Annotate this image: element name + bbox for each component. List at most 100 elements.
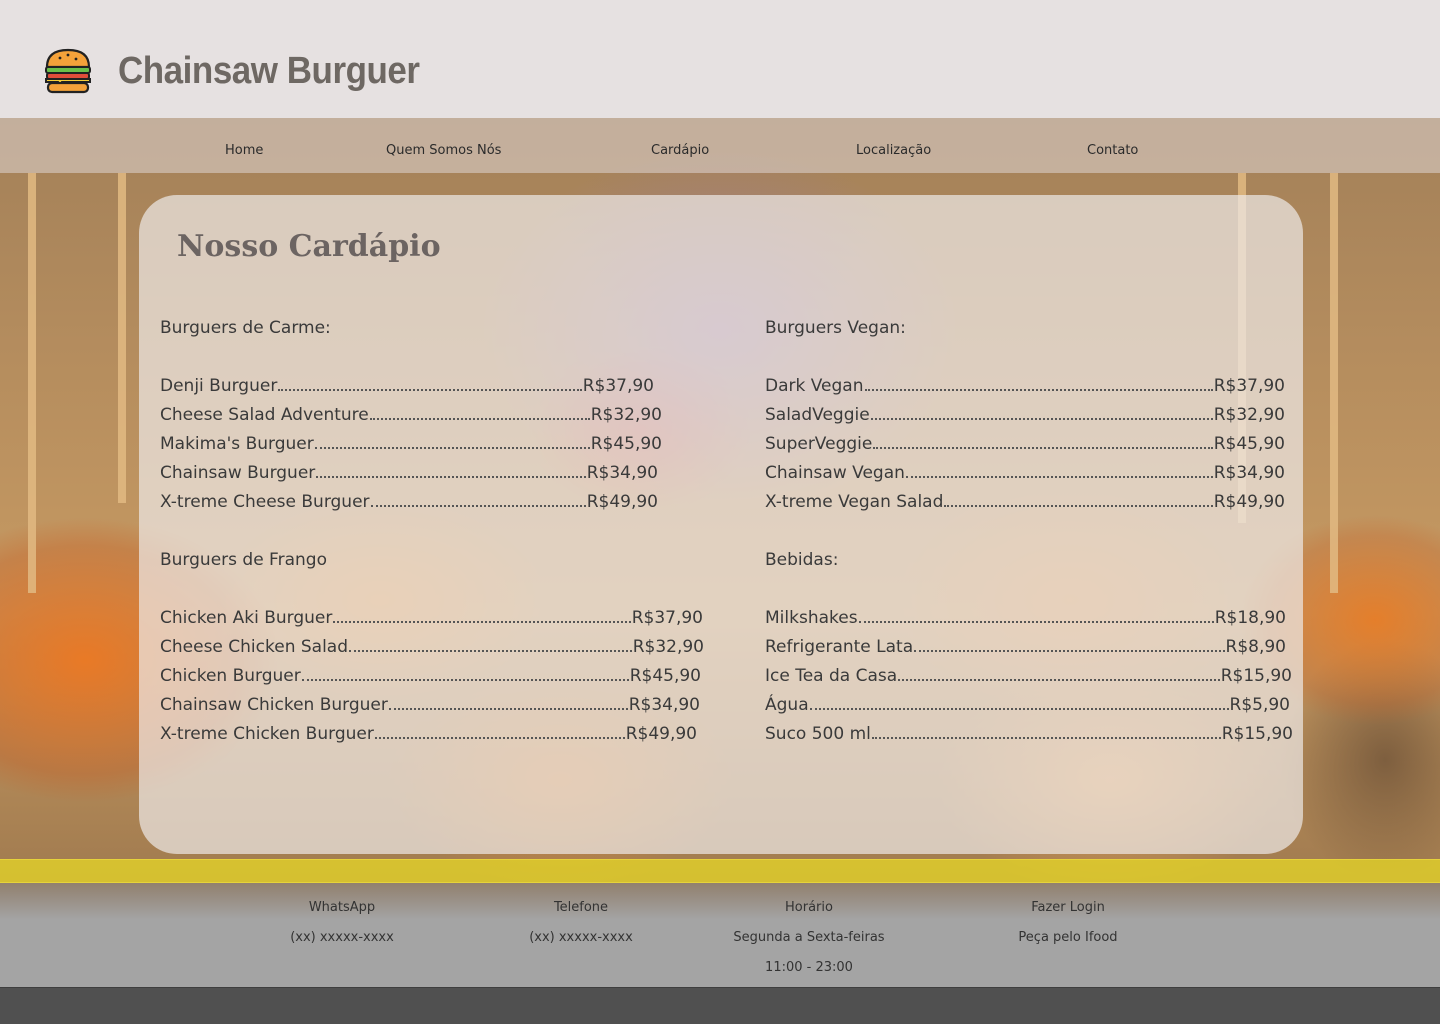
nav-contato[interactable]: Contato [1087,143,1138,158]
item-name: Suco 500 ml [765,724,871,744]
menu-item: X-treme Cheese Burguer R$49,90 [160,488,658,517]
footer-whatsapp: WhatsApp (xx) xxxxx-xxxx [242,899,442,959]
dot-leader [369,406,590,420]
menu-item: Chainsaw Chicken Burguer R$34,90 [160,691,700,720]
section-title: Burguers de Carme: [160,318,331,338]
item-name: Dark Vegan [765,376,864,396]
main-navigation: Home Quem Somos Nós Cardápio Localização… [0,118,1440,173]
dot-leader [349,638,632,652]
dot-leader [871,725,1221,739]
menu-item: Chainsaw Burguer R$34,90 [160,459,658,488]
footer-horario-hours: 11:00 - 23:00 [765,960,853,975]
burger-icon[interactable] [42,45,94,97]
item-name: Chainsaw Burguer [160,463,316,483]
dot-leader [809,696,1229,710]
nav-quem-somos-nos[interactable]: Quem Somos Nós [386,143,501,158]
background-photo-detail [118,173,126,503]
item-price: R$49,90 [586,492,658,512]
footer-horario: Horário Segunda a Sexta-feiras 11:00 - 2… [709,899,909,989]
menu-item: Suco 500 ml R$15,90 [765,720,1293,749]
dot-leader [374,725,625,739]
dot-leader [944,493,1213,507]
menu-item: Denji Burguer R$37,90 [160,372,654,401]
item-price: R$45,90 [1213,434,1285,454]
menu-item: Dark Vegan R$37,90 [765,372,1285,401]
dot-leader [864,377,1213,391]
item-name: Cheese Salad Adventure [160,405,369,425]
item-name: X-treme Cheese Burguer [160,492,370,512]
nav-localizacao[interactable]: Localização [856,143,931,158]
footer-whatsapp-title[interactable]: WhatsApp [242,899,442,929]
background-photo-detail [28,173,36,593]
item-price: R$18,90 [1214,608,1286,628]
menu-section-bebidas: Bebidas: Milkshakes R$18,90 Refrigerante … [765,546,1297,749]
dot-leader [858,609,1214,623]
item-name: Ice Tea da Casa [765,666,898,686]
footer-accent-band [0,859,1440,883]
dot-leader [870,406,1213,420]
dot-leader [873,435,1213,449]
footer-telefone-number: (xx) xxxxx-xxxx [529,930,633,945]
item-price: R$32,90 [632,637,704,657]
footer-whatsapp-number: (xx) xxxxx-xxxx [290,930,394,945]
item-name: Chicken Aki Burguer [160,608,333,628]
dot-leader [914,638,1225,652]
page-title: Nosso Cardápio [177,229,441,264]
footer-telefone: Telefone (xx) xxxxx-xxxx [481,899,681,959]
item-price: R$8,90 [1225,637,1286,657]
bottom-bar [0,987,1440,1024]
menu-item: Chicken Aki Burguer R$37,90 [160,604,703,633]
menu-item: SaladVeggie R$32,90 [765,401,1285,430]
item-price: R$45,90 [629,666,701,686]
dot-leader [388,696,628,710]
item-price: R$34,90 [586,463,658,483]
item-price: R$34,90 [1213,463,1285,483]
menu-item: Cheese Chicken Salad R$32,90 [160,633,704,662]
menu-item: Makima's Burguer R$45,90 [160,430,662,459]
dot-leader [278,377,582,391]
footer-horario-days: Segunda a Sexta-feiras [733,930,885,945]
item-name: Refrigerante Lata [765,637,914,657]
nav-cardapio[interactable]: Cardápio [651,143,709,158]
item-name: X-treme Vegan Salad [765,492,944,512]
item-name: Makima's Burguer [160,434,314,454]
dot-leader [301,667,629,681]
menu-item: Chainsaw Vegan R$34,90 [765,459,1285,488]
menu-section-frango: Burguers de Frango Chicken Aki Burguer R$… [160,546,705,749]
item-name: Chicken Burguer [160,666,301,686]
site-header: Chainsaw Burguer [0,0,1440,118]
item-price: R$49,90 [625,724,697,744]
footer-login-link[interactable]: Fazer Login [968,899,1168,929]
menu-item: X-treme Vegan Salad R$49,90 [765,488,1285,517]
item-name: X-treme Chicken Burguer [160,724,374,744]
item-price: R$37,90 [631,608,703,628]
menu-panel: Nosso Cardápio Burguers de Carme: Denji … [139,195,1303,854]
dot-leader [905,464,1213,478]
menu-item: Ice Tea da Casa R$15,90 [765,662,1292,691]
item-name: Chainsaw Vegan [765,463,905,483]
background-photo-detail [1330,173,1338,593]
item-name: SaladVeggie [765,405,870,425]
dot-leader [333,609,631,623]
section-title: Burguers Vegan: [765,318,906,338]
footer-login: Fazer Login Peça pelo Ifood [968,899,1168,959]
nav-home[interactable]: Home [225,143,263,158]
item-price: R$49,90 [1213,492,1285,512]
item-price: R$37,90 [1213,376,1285,396]
item-price: R$32,90 [1213,405,1285,425]
dot-leader [316,464,586,478]
item-name: SuperVeggie [765,434,873,454]
footer-ifood-link[interactable]: Peça pelo Ifood [968,929,1168,959]
item-name: Denji Burguer [160,376,278,396]
item-name: Chainsaw Chicken Burguer [160,695,388,715]
item-price: R$37,90 [582,376,654,396]
brand-name[interactable]: Chainsaw Burguer [118,50,420,93]
menu-section-vegan: Burguers Vegan: Dark Vegan R$37,90 SaladV… [765,314,1295,517]
item-price: R$5,90 [1229,695,1290,715]
item-price: R$45,90 [590,434,662,454]
footer-horario-title: Horário [785,900,833,915]
item-price: R$15,90 [1220,666,1292,686]
dot-leader [370,493,586,507]
dot-leader [898,667,1220,681]
item-price: R$34,90 [628,695,700,715]
